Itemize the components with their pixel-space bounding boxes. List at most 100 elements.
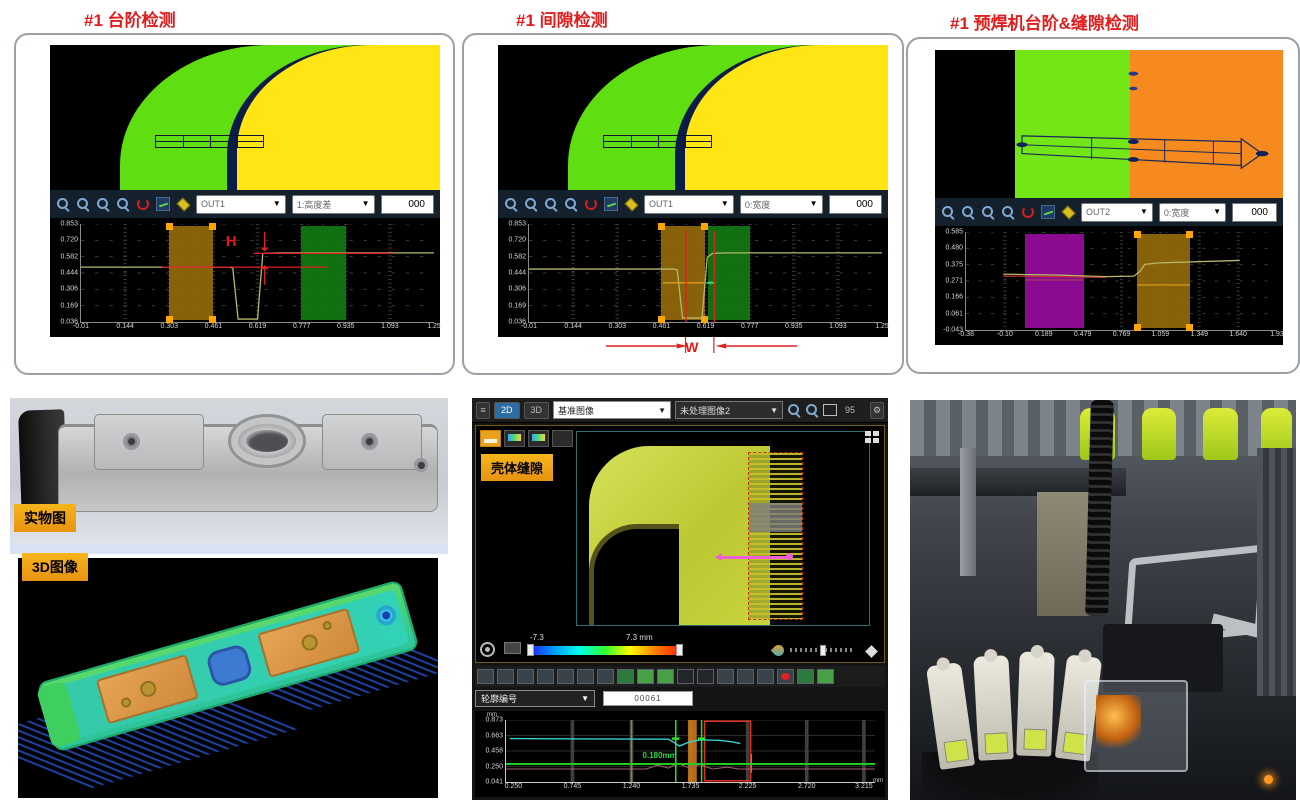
zoom-area-icon[interactable] — [96, 197, 110, 211]
scale-handle-max[interactable] — [676, 644, 683, 656]
zoom-in-icon[interactable] — [504, 197, 518, 211]
zoom-in-icon[interactable] — [941, 205, 955, 219]
y-tick: 0.444 — [501, 270, 526, 277]
layers-tool-icon[interactable] — [757, 669, 774, 684]
x-tick: 0.769 — [1113, 331, 1131, 338]
edit-icon[interactable] — [624, 197, 638, 211]
measure-select[interactable]: 0:宽度 ▼ — [740, 195, 823, 214]
image-source-select[interactable]: 基准图像 ▼ — [553, 401, 671, 419]
zoom-level: 95 — [845, 405, 855, 415]
case-corner-edge — [589, 524, 680, 625]
zoom-out-icon[interactable] — [517, 669, 534, 684]
zoom-in-icon[interactable] — [56, 197, 70, 211]
zoom-in-icon[interactable] — [787, 403, 801, 417]
chevron-down-icon: ▼ — [273, 200, 281, 208]
x-tick: 1.059 — [1152, 331, 1170, 338]
zoom-in-icon[interactable] — [497, 669, 514, 684]
edit-icon[interactable] — [1061, 205, 1075, 219]
value-field[interactable]: 000 — [1232, 203, 1277, 222]
image-filter-select[interactable]: 未处理图像2 ▼ — [675, 401, 783, 419]
y-tick: 0.444 — [53, 270, 78, 277]
mask-image-button[interactable] — [552, 430, 573, 447]
scale-handle-min[interactable] — [527, 644, 534, 656]
profile-number-select[interactable]: 轮廓编号 ▼ — [475, 690, 595, 707]
tab-3d[interactable]: 3D — [524, 402, 550, 419]
grid-mask-block — [749, 503, 802, 532]
measurement-arrow-box[interactable] — [935, 50, 1283, 198]
grid-tool-icon[interactable] — [717, 669, 734, 684]
output-select[interactable]: OUT2 ▼ — [1081, 203, 1153, 222]
center-target-icon[interactable] — [480, 642, 495, 657]
x-tick: 1.640 — [1229, 331, 1247, 338]
x-tick: 1.25 — [875, 323, 889, 330]
measure-select[interactable]: 0:宽度 ▼ — [1159, 203, 1226, 222]
refresh-icon[interactable] — [136, 197, 150, 211]
y-tick: 0.306 — [501, 286, 526, 293]
waveform-icon[interactable] — [1041, 205, 1055, 219]
zoom-out-icon[interactable] — [805, 403, 819, 417]
waveform-icon[interactable] — [156, 197, 170, 211]
intensity-image-button[interactable] — [504, 430, 525, 447]
measure-select[interactable]: 1:高度差 ▼ — [292, 195, 375, 214]
band-tool-icon[interactable] — [657, 669, 674, 684]
settings-icon[interactable]: ⚙ — [870, 402, 884, 419]
pan-tool-icon[interactable] — [537, 669, 554, 684]
opacity-handle[interactable] — [820, 645, 826, 656]
output-select[interactable]: OUT1 ▼ — [644, 195, 734, 214]
zoom-area-icon[interactable] — [544, 197, 558, 211]
waveform-icon[interactable] — [604, 197, 618, 211]
chevron-down-icon: ▼ — [810, 200, 818, 208]
x-tick: 1.93 — [1270, 331, 1284, 338]
y-tick: 0.041 — [478, 779, 503, 786]
value-field[interactable]: 000 — [381, 195, 434, 214]
fit-screen-icon[interactable] — [823, 404, 837, 416]
zoom-fit-icon[interactable] — [564, 197, 578, 211]
palette-icon[interactable] — [771, 643, 787, 659]
measurement-box[interactable] — [603, 135, 712, 148]
measurement-grid-band[interactable] — [749, 453, 802, 619]
width-arrows — [528, 337, 882, 359]
fullscreen-icon[interactable] — [865, 431, 879, 443]
output-select[interactable]: OUT1 ▼ — [196, 195, 286, 214]
list-view-icon[interactable]: ≡ — [476, 402, 490, 419]
panel1-title: #1 台阶检测 — [84, 6, 176, 31]
edit-icon[interactable] — [176, 197, 190, 211]
scale-min-label: -7.3 — [530, 633, 544, 642]
measure-tool-icon[interactable] — [577, 669, 594, 684]
height-image-button[interactable] — [480, 430, 501, 447]
refresh-icon[interactable] — [584, 197, 598, 211]
profile-number-label: 轮廓编号 — [481, 692, 517, 705]
color-image-button[interactable] — [528, 430, 549, 447]
zoom-area-icon[interactable] — [981, 205, 995, 219]
ruler-tool-icon[interactable] — [597, 669, 614, 684]
region-tool-icon[interactable] — [637, 669, 654, 684]
export-icon[interactable] — [797, 669, 814, 684]
profile-tool-icon[interactable] — [617, 669, 634, 684]
snap-tool-icon[interactable] — [737, 669, 754, 684]
report-icon[interactable] — [817, 669, 834, 684]
profile-number-field[interactable]: 00061 — [603, 691, 693, 706]
zoom-fit-icon[interactable] — [1001, 205, 1015, 219]
color-scale-bar[interactable] — [530, 646, 680, 655]
scale-options-button[interactable] — [504, 642, 521, 654]
record-icon[interactable] — [777, 669, 794, 684]
zoom-fit-icon[interactable] — [116, 197, 130, 211]
tab-2d[interactable]: 2D — [494, 402, 520, 419]
indicator-light — [1264, 775, 1273, 784]
scan-viewport — [576, 431, 870, 626]
rotate-tool-icon[interactable] — [557, 669, 574, 684]
zoom-out-icon[interactable] — [961, 205, 975, 219]
refresh-icon[interactable] — [1021, 205, 1035, 219]
zoom-out-icon[interactable] — [524, 197, 538, 211]
panel3-heightmap — [935, 50, 1283, 198]
select-tool-icon[interactable] — [477, 669, 494, 684]
marker-icon[interactable] — [865, 645, 878, 658]
value-field[interactable]: 000 — [829, 195, 882, 214]
panel2-card: OUT1 ▼ 0:宽度 ▼ 000 — [462, 33, 904, 375]
gap-arrow-dot — [786, 553, 793, 560]
measurement-box[interactable] — [155, 135, 264, 148]
y-tick: 0.720 — [501, 237, 526, 244]
zoom-out-icon[interactable] — [76, 197, 90, 211]
view-title-label: 壳体缝隙 — [481, 454, 553, 481]
x-tick: 0.479 — [1074, 331, 1092, 338]
